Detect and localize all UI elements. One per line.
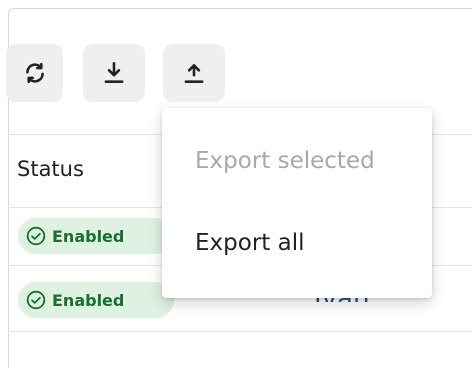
menu-item-export-all[interactable]: Export all bbox=[195, 230, 304, 256]
download-icon bbox=[104, 61, 124, 83]
status-badge-label: Enabled bbox=[52, 226, 125, 246]
check-circle-icon bbox=[26, 290, 46, 310]
upload-icon bbox=[184, 64, 204, 83]
status-badge: Enabled bbox=[18, 218, 174, 254]
upload-button[interactable] bbox=[163, 44, 225, 102]
download-button[interactable] bbox=[83, 44, 145, 102]
refresh-button[interactable] bbox=[6, 44, 63, 102]
menu-item-export-selected: Export selected bbox=[195, 148, 375, 174]
export-menu: Export selected Export all bbox=[162, 108, 432, 298]
check-circle-icon bbox=[26, 226, 46, 246]
column-header-status[interactable]: Status bbox=[17, 157, 84, 181]
status-badge: Enabled bbox=[18, 282, 174, 318]
status-badge-label: Enabled bbox=[52, 290, 125, 310]
refresh-icon bbox=[25, 62, 44, 84]
row-divider bbox=[8, 331, 472, 332]
